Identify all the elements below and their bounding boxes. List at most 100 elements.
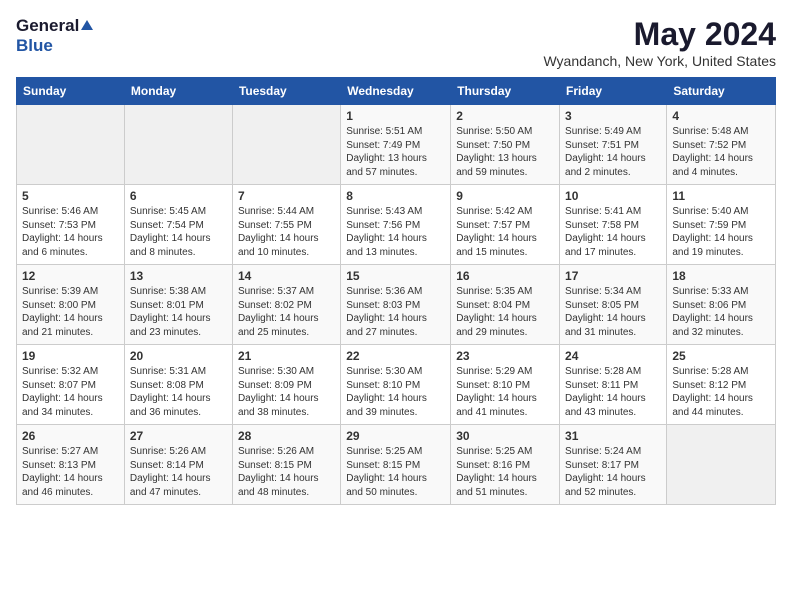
calendar-cell: 13 Sunrise: 5:38 AM Sunset: 8:01 PM Dayli…: [124, 265, 232, 345]
calendar-cell: 10 Sunrise: 5:41 AM Sunset: 7:58 PM Dayli…: [560, 185, 667, 265]
calendar-cell: 1 Sunrise: 5:51 AM Sunset: 7:49 PM Daylig…: [341, 105, 451, 185]
day-number: 16: [456, 269, 554, 283]
calendar-cell: 28 Sunrise: 5:26 AM Sunset: 8:15 PM Dayli…: [232, 425, 340, 505]
calendar-cell: [667, 425, 776, 505]
day-number: 7: [238, 189, 335, 203]
day-number: 31: [565, 429, 661, 443]
day-number: 14: [238, 269, 335, 283]
cell-content: Sunrise: 5:27 AM Sunset: 8:13 PM Dayligh…: [22, 445, 119, 499]
cell-content: Sunrise: 5:37 AM Sunset: 8:02 PM Dayligh…: [238, 285, 335, 339]
day-number: 28: [238, 429, 335, 443]
cell-content: Sunrise: 5:43 AM Sunset: 7:56 PM Dayligh…: [346, 205, 445, 259]
calendar-cell: 4 Sunrise: 5:48 AM Sunset: 7:52 PM Daylig…: [667, 105, 776, 185]
day-of-week-header: Tuesday: [232, 78, 340, 105]
logo: General Blue: [16, 16, 93, 56]
calendar-cell: 15Sunrise: 5:36 AM Sunset: 8:03 PM Dayli…: [341, 265, 451, 345]
day-of-week-header: Friday: [560, 78, 667, 105]
calendar-cell: [17, 105, 125, 185]
cell-content: Sunrise: 5:44 AM Sunset: 7:55 PM Dayligh…: [238, 205, 335, 259]
day-number: 2: [456, 109, 554, 123]
calendar-cell: 30 Sunrise: 5:25 AM Sunset: 8:16 PM Dayli…: [451, 425, 560, 505]
cell-content: Sunrise: 5:38 AM Sunset: 8:01 PM Dayligh…: [130, 285, 227, 339]
day-of-week-header: Saturday: [667, 78, 776, 105]
calendar-week-row: 26 Sunrise: 5:27 AM Sunset: 8:13 PM Dayli…: [17, 425, 776, 505]
cell-content: Sunrise: 5:35 AM Sunset: 8:04 PM Dayligh…: [456, 285, 554, 339]
cell-content: Sunrise: 5:34 AM Sunset: 8:05 PM Dayligh…: [565, 285, 661, 339]
calendar-week-row: 19 Sunrise: 5:32 AM Sunset: 8:07 PM Dayli…: [17, 345, 776, 425]
calendar-cell: 14 Sunrise: 5:37 AM Sunset: 8:02 PM Dayli…: [232, 265, 340, 345]
cell-content: Sunrise: 5:51 AM Sunset: 7:49 PM Dayligh…: [346, 125, 445, 179]
logo-blue-text: Blue: [16, 36, 53, 56]
cell-content: Sunrise: 5:39 AM Sunset: 8:00 PM Dayligh…: [22, 285, 119, 339]
day-number: 1: [346, 109, 445, 123]
day-number: 30: [456, 429, 554, 443]
cell-content: Sunrise: 5:26 AM Sunset: 8:15 PM Dayligh…: [238, 445, 335, 499]
cell-content: Sunrise: 5:42 AM Sunset: 7:57 PM Dayligh…: [456, 205, 554, 259]
calendar-cell: 22Sunrise: 5:30 AM Sunset: 8:10 PM Dayli…: [341, 345, 451, 425]
day-number: 12: [22, 269, 119, 283]
location-text: Wyandanch, New York, United States: [543, 53, 776, 69]
day-number: 17: [565, 269, 661, 283]
day-number: 10: [565, 189, 661, 203]
calendar-week-row: 12 Sunrise: 5:39 AM Sunset: 8:00 PM Dayli…: [17, 265, 776, 345]
day-number: 25: [672, 349, 770, 363]
day-number: 21: [238, 349, 335, 363]
day-number: 27: [130, 429, 227, 443]
calendar-cell: 17 Sunrise: 5:34 AM Sunset: 8:05 PM Dayli…: [560, 265, 667, 345]
day-number: 5: [22, 189, 119, 203]
cell-content: Sunrise: 5:28 AM Sunset: 8:11 PM Dayligh…: [565, 365, 661, 419]
calendar-week-row: 1 Sunrise: 5:51 AM Sunset: 7:49 PM Daylig…: [17, 105, 776, 185]
cell-content: Sunrise: 5:28 AM Sunset: 8:12 PM Dayligh…: [672, 365, 770, 419]
logo-triangle-icon: [81, 20, 93, 32]
calendar-cell: 3 Sunrise: 5:49 AM Sunset: 7:51 PM Daylig…: [560, 105, 667, 185]
day-number: 23: [456, 349, 554, 363]
calendar-cell: 26 Sunrise: 5:27 AM Sunset: 8:13 PM Dayli…: [17, 425, 125, 505]
day-number: 3: [565, 109, 661, 123]
day-of-week-header: Thursday: [451, 78, 560, 105]
cell-content: Sunrise: 5:40 AM Sunset: 7:59 PM Dayligh…: [672, 205, 770, 259]
cell-content: Sunrise: 5:41 AM Sunset: 7:58 PM Dayligh…: [565, 205, 661, 259]
calendar-cell: 6Sunrise: 5:45 AM Sunset: 7:54 PM Daylig…: [124, 185, 232, 265]
calendar-cell: 23Sunrise: 5:29 AM Sunset: 8:10 PM Dayli…: [451, 345, 560, 425]
day-number: 6: [130, 189, 227, 203]
day-number: 4: [672, 109, 770, 123]
page-header: General Blue May 2024 Wyandanch, New Yor…: [16, 16, 776, 69]
day-of-week-header: Wednesday: [341, 78, 451, 105]
calendar-cell: 19 Sunrise: 5:32 AM Sunset: 8:07 PM Dayli…: [17, 345, 125, 425]
day-number: 26: [22, 429, 119, 443]
day-number: 19: [22, 349, 119, 363]
calendar-cell: 5 Sunrise: 5:46 AM Sunset: 7:53 PM Daylig…: [17, 185, 125, 265]
calendar-header-row: SundayMondayTuesdayWednesdayThursdayFrid…: [17, 78, 776, 105]
calendar-cell: 24 Sunrise: 5:28 AM Sunset: 8:11 PM Dayli…: [560, 345, 667, 425]
month-title: May 2024: [543, 16, 776, 53]
calendar-cell: 20Sunrise: 5:31 AM Sunset: 8:08 PM Dayli…: [124, 345, 232, 425]
cell-content: Sunrise: 5:30 AM Sunset: 8:10 PM Dayligh…: [346, 365, 445, 419]
day-number: 29: [346, 429, 445, 443]
cell-content: Sunrise: 5:30 AM Sunset: 8:09 PM Dayligh…: [238, 365, 335, 419]
day-number: 13: [130, 269, 227, 283]
calendar-cell: 7 Sunrise: 5:44 AM Sunset: 7:55 PM Daylig…: [232, 185, 340, 265]
cell-content: Sunrise: 5:25 AM Sunset: 8:15 PM Dayligh…: [346, 445, 445, 499]
cell-content: Sunrise: 5:33 AM Sunset: 8:06 PM Dayligh…: [672, 285, 770, 339]
cell-content: Sunrise: 5:25 AM Sunset: 8:16 PM Dayligh…: [456, 445, 554, 499]
calendar-cell: 9Sunrise: 5:42 AM Sunset: 7:57 PM Daylig…: [451, 185, 560, 265]
title-area: May 2024 Wyandanch, New York, United Sta…: [543, 16, 776, 69]
calendar-cell: [232, 105, 340, 185]
day-number: 8: [346, 189, 445, 203]
cell-content: Sunrise: 5:32 AM Sunset: 8:07 PM Dayligh…: [22, 365, 119, 419]
day-number: 24: [565, 349, 661, 363]
calendar-cell: 18 Sunrise: 5:33 AM Sunset: 8:06 PM Dayli…: [667, 265, 776, 345]
calendar-cell: 2Sunrise: 5:50 AM Sunset: 7:50 PM Daylig…: [451, 105, 560, 185]
day-number: 15: [346, 269, 445, 283]
calendar-cell: 25 Sunrise: 5:28 AM Sunset: 8:12 PM Dayli…: [667, 345, 776, 425]
cell-content: Sunrise: 5:46 AM Sunset: 7:53 PM Dayligh…: [22, 205, 119, 259]
cell-content: Sunrise: 5:24 AM Sunset: 8:17 PM Dayligh…: [565, 445, 661, 499]
cell-content: Sunrise: 5:26 AM Sunset: 8:14 PM Dayligh…: [130, 445, 227, 499]
cell-content: Sunrise: 5:49 AM Sunset: 7:51 PM Dayligh…: [565, 125, 661, 179]
cell-content: Sunrise: 5:48 AM Sunset: 7:52 PM Dayligh…: [672, 125, 770, 179]
calendar-cell: 27 Sunrise: 5:26 AM Sunset: 8:14 PM Dayli…: [124, 425, 232, 505]
calendar-cell: [124, 105, 232, 185]
logo-general-text: General: [16, 16, 79, 36]
day-number: 18: [672, 269, 770, 283]
calendar-cell: 16 Sunrise: 5:35 AM Sunset: 8:04 PM Dayli…: [451, 265, 560, 345]
